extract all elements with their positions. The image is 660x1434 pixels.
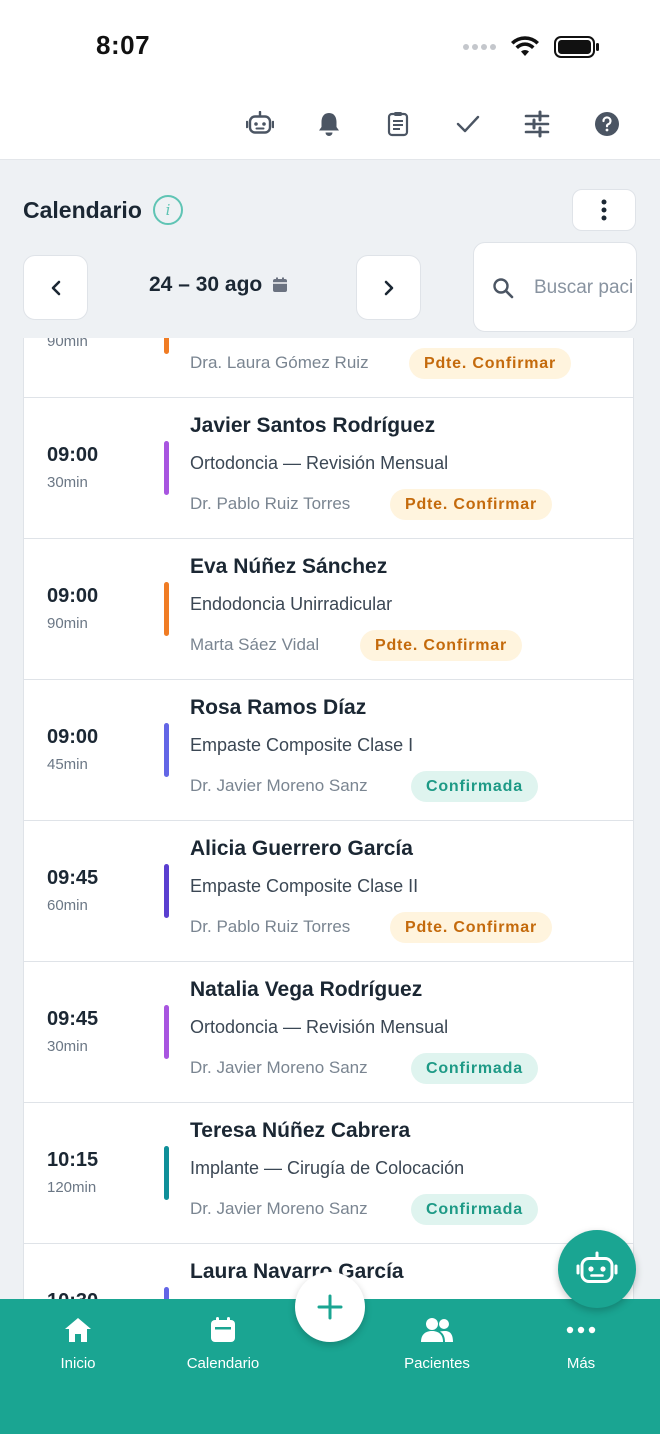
home-icon	[18, 1314, 138, 1346]
doctor-name: Dr. Pablo Ruiz Torres	[190, 917, 351, 936]
treatment-name: Implante — Cirugía de Colocación	[190, 1158, 465, 1178]
previous-week-button[interactable]	[23, 255, 88, 320]
status-icons	[463, 36, 600, 58]
patient-name: Laura Navarro García	[190, 1260, 404, 1283]
nav-label: Pacientes	[404, 1355, 470, 1372]
treatment-color-bar	[164, 582, 169, 636]
doctor-name: Marta Sáez Vidal	[190, 635, 320, 654]
nav-item-mas[interactable]: Más	[521, 1314, 641, 1372]
appointment-time: 09:00	[47, 726, 99, 748]
help-icon[interactable]	[592, 109, 622, 139]
page-title: Calendario	[23, 197, 142, 223]
status-bar: 8:07	[0, 0, 660, 95]
info-icon[interactable]: i	[153, 195, 183, 225]
appointment-duration: 45min	[47, 756, 88, 773]
appointment-duration: 90min	[47, 338, 88, 350]
appointment-time: 09:00	[47, 444, 99, 466]
treatment-color-bar	[164, 441, 169, 495]
appointment-duration: 60min	[47, 897, 88, 914]
chevron-right-icon	[384, 280, 393, 295]
robot-icon[interactable]	[245, 109, 275, 139]
patient-name: Javier Santos Rodríguez	[190, 414, 436, 437]
nav-item-inicio[interactable]: Inicio	[18, 1314, 138, 1372]
appointment-duration: 30min	[47, 1038, 88, 1055]
next-week-button[interactable]	[356, 255, 421, 320]
patient-name: Natalia Vega Rodríguez	[190, 978, 423, 1001]
plus-icon	[317, 1294, 343, 1320]
appointment-duration: 90min	[47, 615, 88, 632]
calendar-small-icon	[273, 277, 288, 292]
treatment-name: Endodoncia Unirradicular	[190, 594, 393, 614]
appointment-card[interactable]: 09:00 30min Javier Santos Rodríguez Orto…	[23, 397, 634, 538]
search-icon	[493, 278, 514, 299]
bell-icon[interactable]	[314, 109, 344, 139]
status-badge: Pdte. Confirmar	[390, 489, 553, 520]
top-toolbar	[0, 95, 660, 160]
appointment-card[interactable]: 10:15 120min Teresa Núñez Cabrera Implan…	[23, 1102, 634, 1243]
status-badge: Confirmada	[411, 1194, 538, 1225]
appointments-list[interactable]: 90min Dra. Laura Gómez Ruiz Pdte. Confir…	[23, 338, 634, 1300]
appointment-time: 10:15	[47, 1149, 99, 1171]
appointments-scroll-content: 90min Dra. Laura Gómez Ruiz Pdte. Confir…	[23, 338, 634, 1300]
patient-name: Rosa Ramos Díaz	[190, 696, 367, 719]
patient-name: Alicia Guerrero García	[190, 837, 413, 860]
search-box[interactable]	[473, 242, 637, 332]
appointment-time: 09:45	[47, 1008, 99, 1030]
appointment-card[interactable]: 90min Dra. Laura Gómez Ruiz Pdte. Confir…	[23, 338, 634, 397]
appointment-time: 09:45	[47, 867, 99, 889]
appointment-card[interactable]: 09:45 60min Alicia Guerrero García Empas…	[23, 820, 634, 961]
date-range-label: 24 – 30 ago	[149, 273, 263, 296]
battery-icon	[554, 36, 599, 58]
nav-item-pacientes[interactable]: Pacientes	[377, 1314, 497, 1372]
appointment-card[interactable]: 09:00 45min Rosa Ramos Díaz Empaste Comp…	[23, 679, 634, 820]
nav-label: Inicio	[60, 1355, 96, 1372]
doctor-name: Dr. Javier Moreno Sanz	[190, 1058, 368, 1077]
appointment-duration: 30min	[47, 474, 88, 491]
appointment-card[interactable]: 09:00 90min Eva Núñez Sánchez Endodoncia…	[23, 538, 634, 679]
status-badge: Pdte. Confirmar	[390, 912, 553, 943]
treatment-color-bar	[164, 864, 169, 918]
doctor-name: Dr. Pablo Ruiz Torres	[190, 494, 351, 513]
users-icon	[377, 1314, 497, 1346]
treatment-color-bar	[164, 1146, 169, 1200]
treatment-color-bar	[164, 1005, 169, 1059]
appointment-duration: 120min	[47, 1179, 97, 1196]
status-badge: Confirmada	[411, 1053, 538, 1084]
patient-name: Teresa Núñez Cabrera	[190, 1119, 411, 1142]
more-options-button[interactable]	[572, 189, 636, 231]
appointment-card[interactable]: 09:45 30min Natalia Vega Rodríguez Ortod…	[23, 961, 634, 1102]
status-badge: Pdte. Confirmar	[360, 630, 523, 661]
more-vertical-icon	[601, 199, 607, 221]
add-appointment-button[interactable]	[295, 1272, 365, 1342]
check-icon[interactable]	[453, 109, 483, 139]
doctor-name: Dr. Javier Moreno Sanz	[190, 776, 368, 795]
status-badge: Pdte. Confirmar	[409, 348, 572, 379]
doctor-name: Dra. Laura Gómez Ruiz	[190, 353, 369, 372]
calendar-icon	[163, 1314, 283, 1346]
nav-label: Calendario	[186, 1355, 260, 1372]
chevron-left-icon	[51, 280, 60, 295]
assistant-fab-button[interactable]	[558, 1230, 636, 1308]
treatment-color-bar	[164, 723, 169, 777]
treatment-name: Ortodoncia — Revisión Mensual	[190, 1017, 449, 1037]
status-badge: Confirmada	[411, 771, 538, 802]
status-time: 8:07	[96, 30, 151, 60]
sliders-icon[interactable]	[522, 109, 552, 139]
wifi-icon	[511, 36, 539, 56]
appointment-time: 09:00	[47, 585, 99, 607]
date-range-selector[interactable]: 24 – 30 ago	[149, 273, 288, 297]
treatment-name: Empaste Composite Clase I	[190, 735, 414, 755]
patient-name: Eva Núñez Sánchez	[190, 555, 388, 578]
doctor-name: Dr. Javier Moreno Sanz	[190, 1199, 368, 1218]
nav-label: Más	[566, 1355, 596, 1372]
clipboard-icon[interactable]	[383, 109, 413, 139]
nav-item-calendario[interactable]: Calendario	[163, 1314, 283, 1372]
treatment-color-bar	[164, 338, 169, 354]
cellular-signal-icon	[463, 44, 496, 50]
robot-icon	[576, 1251, 618, 1283]
more-horizontal-icon	[521, 1314, 641, 1346]
treatment-name: Empaste Composite Clase II	[190, 876, 419, 896]
treatment-name: Ortodoncia — Revisión Mensual	[190, 453, 449, 473]
search-input[interactable]	[534, 273, 632, 303]
